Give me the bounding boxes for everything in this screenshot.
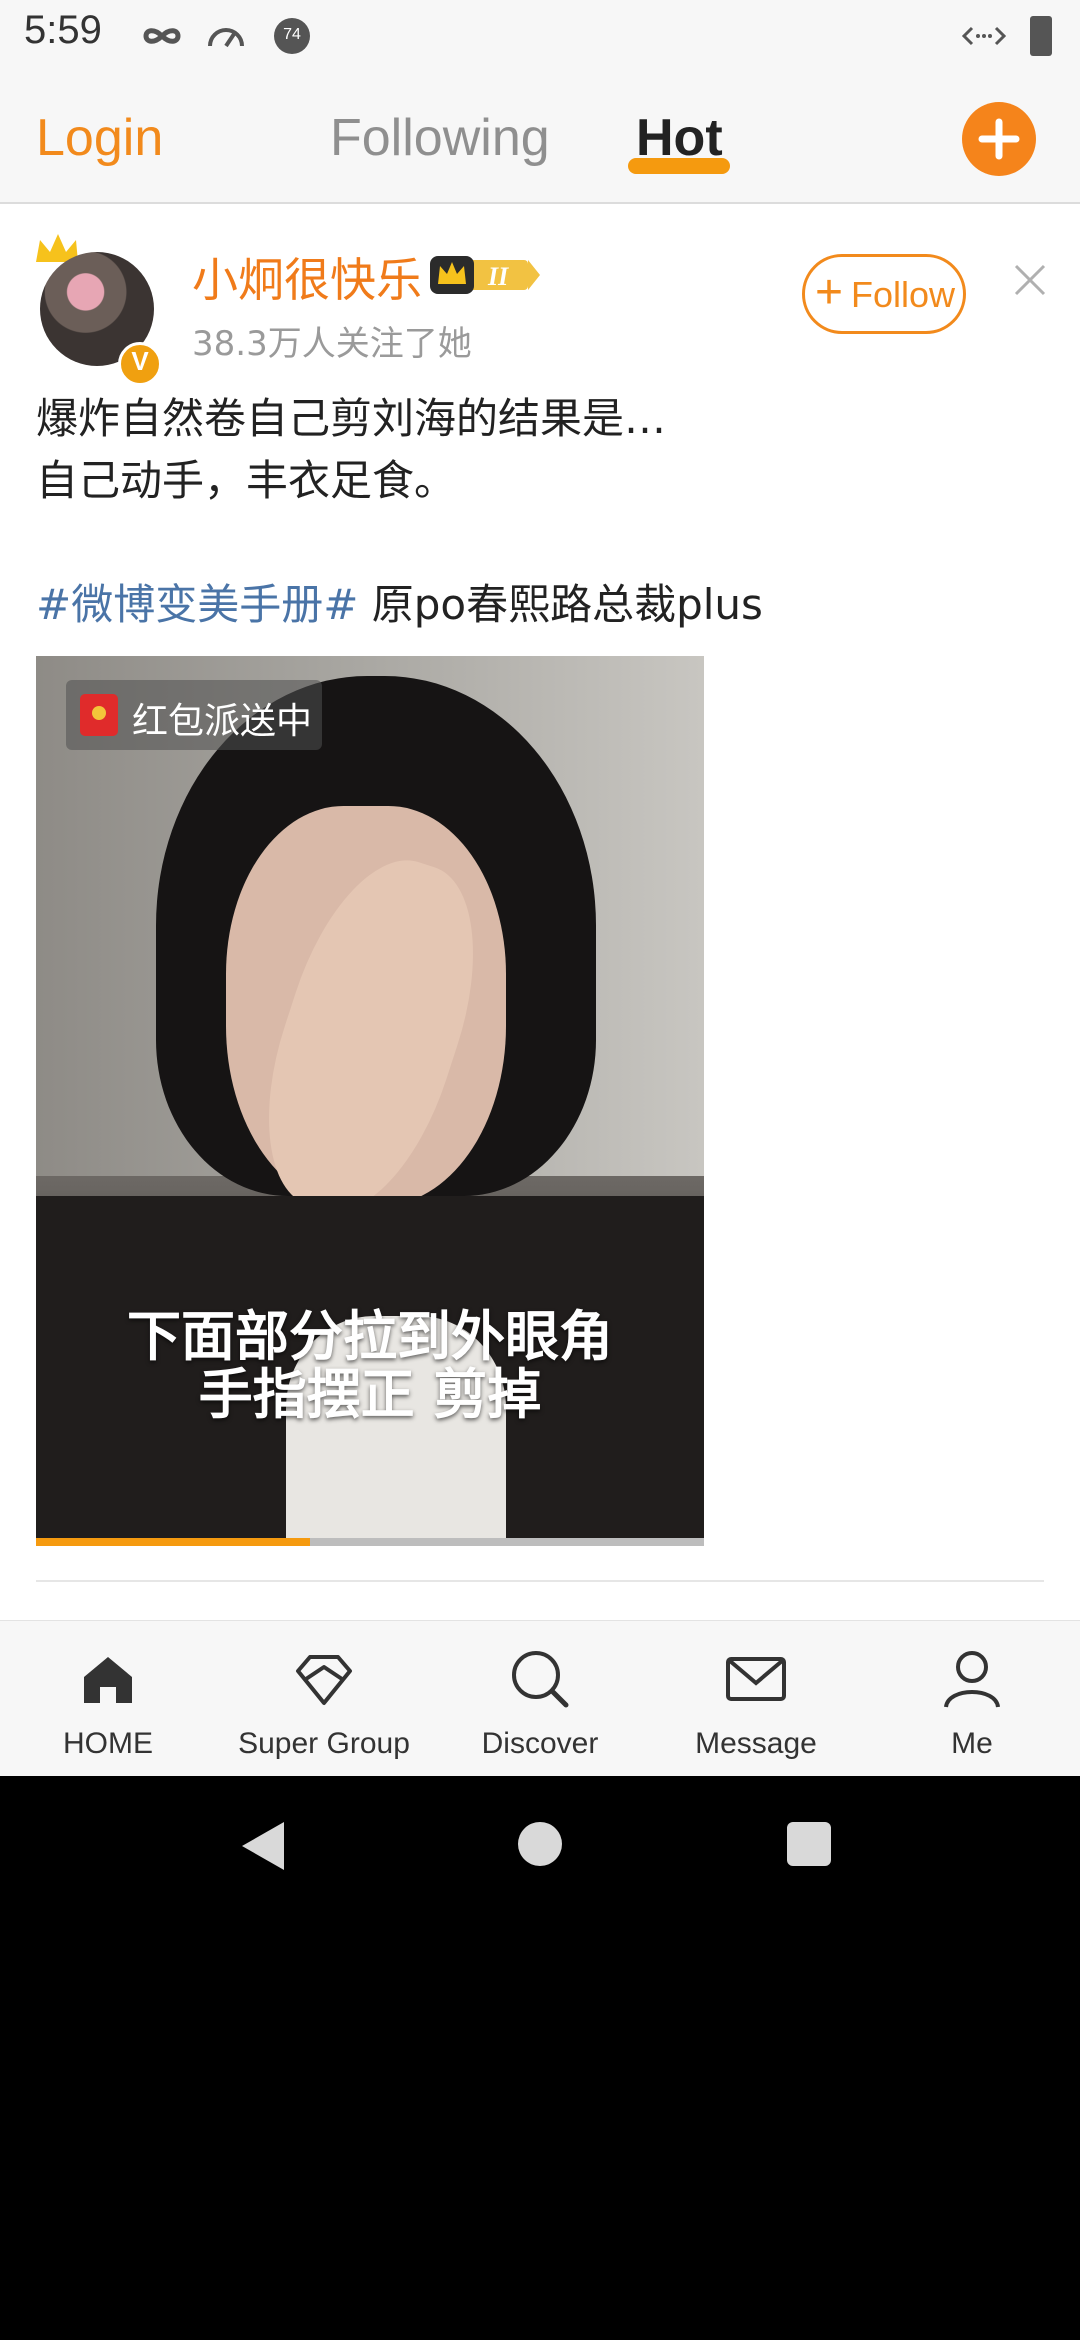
person-icon [944,1651,1000,1708]
nav-discover[interactable]: Discover [432,1621,648,1776]
username[interactable]: 小炯很快乐 [192,244,422,310]
compose-button[interactable] [962,102,1036,176]
red-packet-icon [80,694,118,736]
speedometer-icon [208,28,244,48]
nav-home-label: HOME [63,1727,153,1760]
post-text: 爆炸自然卷自己剪刘海的结果是… 自己动手，丰衣足食。 #微博变美手册# 原po春… [36,388,1046,636]
recents-icon[interactable] [787,1822,831,1866]
top-tab-bar: Login Following Hot [0,72,1080,204]
verified-badge: V [118,342,162,386]
post-text-line3: #微博变美手册# 原po春熙路总裁plus [36,574,1046,636]
mail-icon [726,1657,786,1701]
nav-me[interactable]: Me [864,1621,1080,1776]
video-progress-fill [36,1538,310,1546]
nav-home[interactable]: HOME [0,1621,216,1776]
follow-plus: + [815,266,844,319]
member-level: II [488,262,509,291]
nav-super-group[interactable]: Super Group [216,1621,432,1776]
nav-message-label: Message [695,1727,817,1760]
nav-me-label: Me [951,1727,993,1760]
active-tab-indicator [628,158,730,174]
system-nav-bar [0,1776,1080,1936]
status-time: 5:59 [24,8,102,52]
back-icon[interactable] [242,1822,284,1870]
bottom-nav: HOME Super Group Discover Message Me [0,1620,1080,1776]
diamond-icon [296,1655,352,1705]
video-subtitle-line1: 下面部分拉到外眼角 [127,1305,613,1368]
follow-button[interactable]: + Follow [802,254,966,334]
follow-label: Follow [851,274,956,315]
video-progress-bar[interactable] [36,1538,704,1546]
avatar[interactable]: V [36,230,162,386]
notification-count: 74 [283,26,301,43]
battery-icon [1030,16,1052,56]
login-tab[interactable]: Login [36,108,163,168]
home-icon [84,1657,132,1703]
search-icon [512,1651,569,1708]
close-icon[interactable] [1010,260,1050,300]
member-level-badge: II [430,252,544,298]
follower-count: 38.3万人关注了她 [192,324,472,364]
post-text-blank [36,512,1046,574]
home-circle-icon[interactable] [518,1822,562,1866]
signal-icon [962,26,1006,46]
nav-message[interactable]: Message [648,1621,864,1776]
status-bar: 5:59 74 [0,0,1080,72]
hashtag-link[interactable]: #微博变美手册# [36,580,358,629]
tab-following[interactable]: Following [330,108,550,168]
app-screen: 5:59 74 Login Following Hot V 小炯很快乐 II 3… [0,0,1080,1776]
post-text-tail: 原po春熙路总裁plus [358,580,763,629]
post-divider [36,1580,1044,1582]
red-packet-tag[interactable]: 红包派送中 [66,680,322,750]
nav-discover-label: Discover [481,1727,599,1760]
notification-badge-icon: 74 [274,18,310,54]
infinity-icon [143,28,181,44]
video-subtitle-line2: 手指摆正 剪掉 [198,1363,542,1426]
red-packet-label: 红包派送中 [132,701,313,742]
video-player[interactable]: 红包派送中 下面部分拉到外眼角 手指摆正 剪掉 [36,656,704,1546]
post-text-line1: 爆炸自然卷自己剪刘海的结果是… [36,394,667,443]
add-icon [978,118,1020,160]
nav-super-group-label: Super Group [238,1727,410,1760]
post-text-line2: 自己动手，丰衣足食。 [36,456,457,505]
